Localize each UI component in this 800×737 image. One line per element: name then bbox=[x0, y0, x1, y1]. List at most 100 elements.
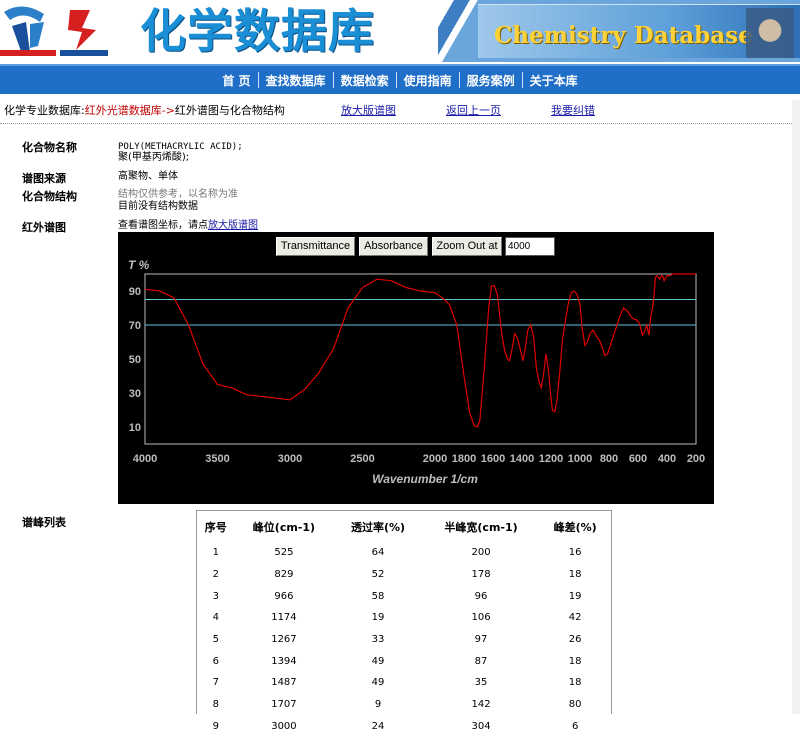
peak-list-label: 谱峰列表 bbox=[22, 514, 66, 530]
cell-transmittance: 9 bbox=[334, 694, 421, 716]
nav-service-cases[interactable]: 服务案例 bbox=[460, 72, 522, 89]
structure-label: 化合物结构 bbox=[22, 188, 77, 204]
cell-half-width: 35 bbox=[422, 672, 541, 694]
cell-peak-diff: 19 bbox=[540, 585, 610, 607]
y-tick-label: 90 bbox=[129, 286, 141, 298]
cell-position: 525 bbox=[234, 542, 335, 564]
nav-user-guide[interactable]: 使用指南 bbox=[397, 72, 459, 89]
col-peak-diff: 峰差(%) bbox=[540, 512, 610, 542]
cell-index: 3 bbox=[198, 585, 234, 607]
breadcrumb-current: 红外谱图与化合物结构 bbox=[175, 104, 285, 117]
absorbance-button[interactable]: Absorbance bbox=[359, 237, 428, 256]
cell-position: 3000 bbox=[234, 716, 335, 737]
cell-position: 1267 bbox=[234, 629, 335, 651]
spectrum-panel: 1030507090400035003000250020001800160014… bbox=[118, 232, 714, 504]
x-tick-label: 800 bbox=[600, 453, 618, 465]
nav-home[interactable]: 首 页 bbox=[215, 72, 257, 89]
breadcrumb: 化学专业数据库:红外光谱数据库->红外谱图与化合物结构 放大版谱图 返回上一页 … bbox=[0, 100, 800, 124]
cell-half-width: 200 bbox=[422, 542, 541, 564]
cell-index: 8 bbox=[198, 694, 234, 716]
cell-transmittance: 33 bbox=[334, 629, 421, 651]
x-tick-label: 400 bbox=[658, 453, 676, 465]
cell-peak-diff: 18 bbox=[540, 650, 610, 672]
cell-position: 1174 bbox=[234, 607, 335, 629]
y-tick-label: 50 bbox=[129, 354, 141, 366]
table-row: 15256420016 bbox=[198, 542, 610, 564]
nav-about[interactable]: 关于本库 bbox=[523, 72, 585, 89]
cell-index: 1 bbox=[198, 542, 234, 564]
breadcrumb-db-link[interactable]: 红外光谱数据库 bbox=[85, 104, 162, 117]
page-scrollbar[interactable] bbox=[792, 100, 800, 714]
cell-half-width: 178 bbox=[422, 564, 541, 586]
table-row: 3966589619 bbox=[198, 585, 610, 607]
cell-peak-diff: 18 bbox=[540, 564, 610, 586]
cell-half-width: 87 bbox=[422, 650, 541, 672]
x-tick-label: 200 bbox=[687, 453, 705, 465]
cell-position: 1394 bbox=[234, 650, 335, 672]
ir-spectrum-label: 红外谱图 bbox=[22, 219, 66, 235]
site-logo-icon bbox=[0, 2, 56, 58]
structure-missing: 目前没有结构数据 bbox=[118, 201, 198, 213]
compound-name-cn: 聚(甲基丙烯酸); bbox=[118, 152, 189, 164]
x-tick-label: 1200 bbox=[539, 453, 563, 465]
x-tick-label: 1800 bbox=[452, 453, 476, 465]
enlarge-spectrum-link[interactable]: 放大版谱图 bbox=[341, 100, 396, 122]
y-tick-label: 30 bbox=[129, 388, 141, 400]
x-tick-label: 3000 bbox=[278, 453, 302, 465]
ir-spectrum-chart: 1030507090400035003000250020001800160014… bbox=[118, 232, 714, 504]
main-nav: 首 页 查找数据库 数据检索 使用指南 服务案例 关于本库 bbox=[0, 64, 800, 94]
banner-title: 化学数据库 bbox=[140, 0, 440, 62]
report-error-link[interactable]: 我要纠错 bbox=[551, 100, 595, 122]
spectrum-source-label: 谱图来源 bbox=[22, 170, 66, 186]
cell-index: 6 bbox=[198, 650, 234, 672]
banner-portrait bbox=[746, 8, 794, 58]
table-row: 61394498718 bbox=[198, 650, 610, 672]
col-index: 序号 bbox=[198, 512, 234, 542]
col-transmittance: 透过率(%) bbox=[334, 512, 421, 542]
cell-position: 1707 bbox=[234, 694, 335, 716]
spectrum-series-line bbox=[145, 274, 696, 427]
cell-half-width: 106 bbox=[422, 607, 541, 629]
cell-transmittance: 49 bbox=[334, 672, 421, 694]
banner-english-title: Chemistry Database bbox=[494, 22, 753, 49]
cell-position: 966 bbox=[234, 585, 335, 607]
ir-spectrum-hint: 查看谱图坐标，请点放大版谱图 bbox=[118, 220, 258, 232]
cell-peak-diff: 16 bbox=[540, 542, 610, 564]
zoom-value-input[interactable] bbox=[505, 237, 555, 256]
cell-half-width: 142 bbox=[422, 694, 541, 716]
cell-half-width: 96 bbox=[422, 585, 541, 607]
zoom-out-button[interactable]: Zoom Out at bbox=[432, 237, 502, 256]
x-tick-label: 3500 bbox=[205, 453, 229, 465]
col-position: 峰位(cm-1) bbox=[234, 512, 335, 542]
cell-transmittance: 49 bbox=[334, 650, 421, 672]
nav-find-database[interactable]: 查找数据库 bbox=[259, 72, 333, 89]
cell-index: 9 bbox=[198, 716, 234, 737]
cell-peak-diff: 6 bbox=[540, 716, 610, 737]
x-tick-label: 1000 bbox=[568, 453, 592, 465]
breadcrumb-prefix: 化学专业数据库: bbox=[4, 104, 85, 117]
cell-position: 829 bbox=[234, 564, 335, 586]
cell-transmittance: 19 bbox=[334, 607, 421, 629]
peak-table: 序号 峰位(cm-1) 透过率(%) 半峰宽(cm-1) 峰差(%) 15256… bbox=[198, 512, 610, 737]
structure-note: 结构仅供参考，以名称为准 bbox=[118, 189, 238, 201]
cell-transmittance: 64 bbox=[334, 542, 421, 564]
table-row: 411741910642 bbox=[198, 607, 610, 629]
cell-half-width: 304 bbox=[422, 716, 541, 737]
transmittance-button[interactable]: Transmittance bbox=[276, 237, 355, 256]
y-tick-label: 70 bbox=[129, 320, 141, 332]
cell-peak-diff: 80 bbox=[540, 694, 610, 716]
back-link[interactable]: 返回上一页 bbox=[446, 100, 501, 122]
cell-peak-diff: 42 bbox=[540, 607, 610, 629]
table-row: 71487493518 bbox=[198, 672, 610, 694]
header-banner: 化学数据库 Chemistry Database bbox=[0, 0, 800, 62]
x-tick-label: 1600 bbox=[481, 453, 505, 465]
table-row: 81707914280 bbox=[198, 694, 610, 716]
table-row: 28295217818 bbox=[198, 564, 610, 586]
ir-enlarge-link[interactable]: 放大版谱图 bbox=[208, 220, 258, 231]
y-axis-label: T % bbox=[128, 258, 150, 272]
nav-data-search[interactable]: 数据检索 bbox=[334, 72, 396, 89]
breadcrumb-arrow: -> bbox=[162, 104, 175, 117]
spectrum-source: 高聚物、单体 bbox=[118, 171, 178, 183]
cell-transmittance: 58 bbox=[334, 585, 421, 607]
x-tick-label: 2000 bbox=[423, 453, 447, 465]
